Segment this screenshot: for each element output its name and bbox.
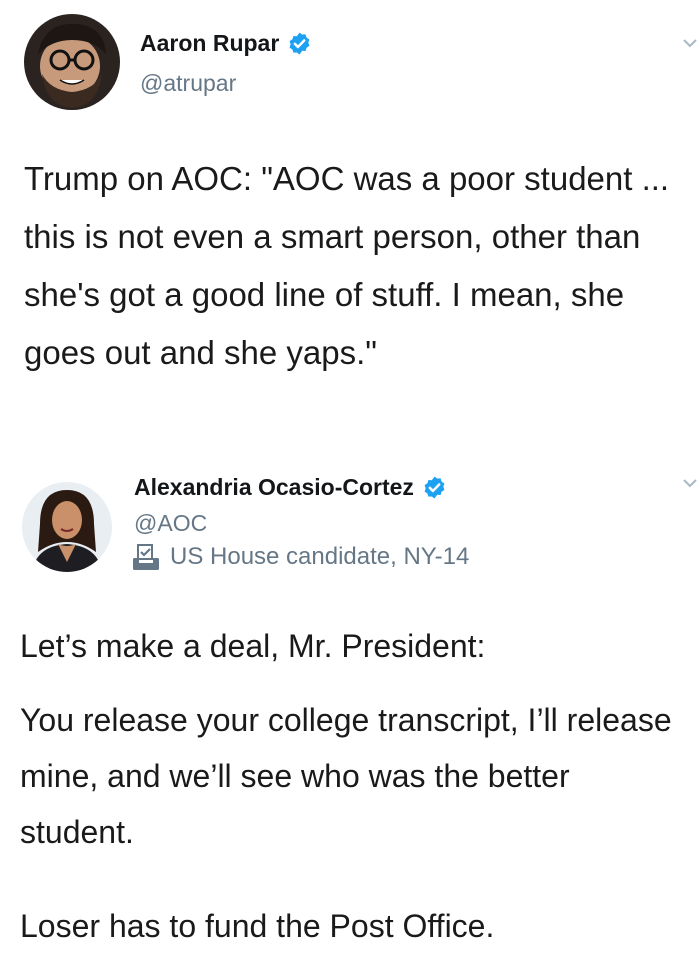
author-name-row: Aaron Rupar xyxy=(140,30,312,57)
display-name[interactable]: Aaron Rupar xyxy=(140,30,279,57)
author-handle[interactable]: @AOC xyxy=(134,510,207,537)
avatar-aaron-rupar[interactable] xyxy=(24,14,120,110)
author-name-row: Alexandria Ocasio-Cortez xyxy=(134,474,447,501)
tweet-paragraph: Let’s make a deal, Mr. President: xyxy=(20,628,486,664)
tweet-text: Trump on AOC: "AOC was a poor student ..… xyxy=(24,160,670,371)
tweet-paragraph: You release your college transcript, I’l… xyxy=(20,702,672,850)
verified-badge-icon xyxy=(289,32,310,55)
chevron-down-icon[interactable] xyxy=(682,478,698,488)
woman-portrait-avatar-icon xyxy=(22,482,112,572)
tweet-paragraph: Loser has to fund the Post Office. xyxy=(20,908,495,944)
verified-badge-icon xyxy=(424,476,445,499)
candidate-label-text: US House candidate, NY-14 xyxy=(170,543,470,570)
tweet-card-atrupar: Aaron Rupar @atrupar Trump on AOC: "AOC … xyxy=(0,0,700,468)
author-handle[interactable]: @atrupar xyxy=(140,70,236,97)
chevron-down-icon[interactable] xyxy=(682,38,698,48)
bearded-man-avatar-icon xyxy=(24,14,120,110)
display-name[interactable]: Alexandria Ocasio-Cortez xyxy=(134,474,414,501)
avatar-aoc[interactable] xyxy=(22,482,112,572)
ballot-box-icon xyxy=(133,544,159,570)
candidate-label: US House candidate, NY-14 xyxy=(130,542,469,572)
